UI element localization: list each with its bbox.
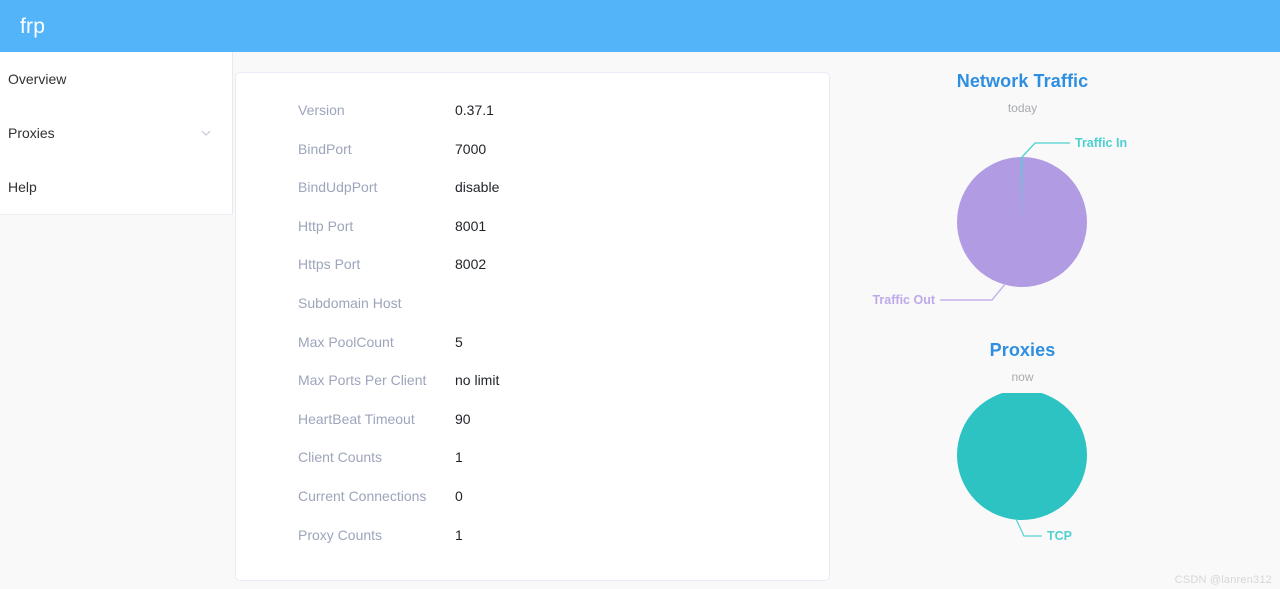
- server-info-key: BindPort: [298, 140, 352, 157]
- table-row: Subdomain Host: [236, 295, 829, 334]
- server-info-value: 90: [455, 410, 471, 427]
- server-info-key: Version: [298, 102, 345, 118]
- chevron-down-icon: [200, 127, 212, 139]
- sidebar-item-overview[interactable]: Overview: [0, 52, 232, 106]
- chart-proxies-canvas[interactable]: TCP: [830, 393, 1215, 589]
- chart-proxies-subtitle: now: [1011, 370, 1034, 384]
- server-info-key: Current Connections: [298, 487, 427, 504]
- server-info-value: 5: [455, 333, 463, 350]
- page-root: frp Overview Proxies Help Version 0.37.1 B…: [0, 0, 1280, 589]
- server-info-value: 8002: [455, 256, 487, 273]
- server-info-value: disable: [455, 179, 500, 196]
- sidebar-item-proxies[interactable]: Proxies: [0, 106, 232, 160]
- table-row: HeartBeat Timeout 90: [236, 411, 829, 450]
- app-brand-title: frp: [20, 14, 46, 38]
- sidebar-item-help-label: Help: [8, 179, 37, 195]
- chart-proxies-title: Proxies: [989, 340, 1056, 360]
- svg-text:TCP: TCP: [1047, 529, 1072, 543]
- sidebar-item-proxies-label: Proxies: [8, 125, 55, 141]
- server-info-key: Max PoolCount: [298, 333, 394, 350]
- server-info-value: no limit: [455, 372, 500, 389]
- table-row: Proxy Counts 1: [236, 527, 829, 566]
- server-info-key: Https Port: [298, 256, 361, 273]
- server-info-value: 0.37.1: [455, 102, 494, 118]
- charts-panel: Network Traffic today Traffic In Traffic…: [830, 52, 1280, 589]
- server-info-key: Http Port: [298, 217, 354, 234]
- server-info-key: Subdomain Host: [298, 294, 402, 311]
- chart-network-traffic-subtitle: today: [1007, 101, 1038, 115]
- chart-network-traffic-title: Network Traffic: [956, 71, 1089, 91]
- chart-network-traffic-canvas[interactable]: Traffic In Traffic Out: [830, 124, 1215, 324]
- table-row: Current Connections 0: [236, 488, 829, 527]
- server-info-key: HeartBeat Timeout: [298, 410, 415, 427]
- sidebar-item-overview-label: Overview: [8, 71, 67, 87]
- server-info-value: 1: [455, 526, 463, 543]
- table-row: BindUdpPort disable: [236, 179, 829, 218]
- server-info-value: 7000: [455, 140, 487, 157]
- chart-network-traffic: Network Traffic today Traffic In Traffic…: [830, 72, 1215, 324]
- table-row: Max PoolCount 5: [236, 334, 829, 373]
- table-row: Http Port 8001: [236, 218, 829, 257]
- table-row: Max Ports Per Client no limit: [236, 372, 829, 411]
- table-row: BindPort 7000: [236, 141, 829, 180]
- table-row: Client Counts 1: [236, 449, 829, 488]
- svg-text:Traffic Out: Traffic Out: [872, 293, 935, 307]
- server-info-value: 1: [455, 449, 463, 466]
- server-info-key: Client Counts: [298, 449, 383, 466]
- server-info-table: Version 0.37.1 BindPort 7000 BindUdpPort disa…: [236, 73, 829, 565]
- server-info-card: Version 0.37.1 BindPort 7000 BindUdpPort disa…: [235, 72, 830, 581]
- svg-text:Traffic In: Traffic In: [1075, 136, 1127, 150]
- app-header: frp: [0, 0, 1280, 52]
- server-info-key: Proxy Counts: [298, 526, 383, 543]
- server-info-key: BindUdpPort: [298, 179, 378, 196]
- server-info-value: 8001: [455, 217, 487, 234]
- server-info-key: Max Ports Per Client: [298, 372, 427, 389]
- chart-proxies: Proxies now TCP: [830, 341, 1215, 589]
- sidebar-item-help[interactable]: Help: [0, 160, 232, 214]
- table-row: Version 0.37.1: [236, 102, 829, 141]
- sidebar-nav: Overview Proxies Help: [0, 52, 233, 215]
- server-info-value: 0: [455, 487, 463, 504]
- watermark-text: CSDN @lanren312: [1174, 574, 1272, 586]
- table-row: Https Port 8002: [236, 256, 829, 295]
